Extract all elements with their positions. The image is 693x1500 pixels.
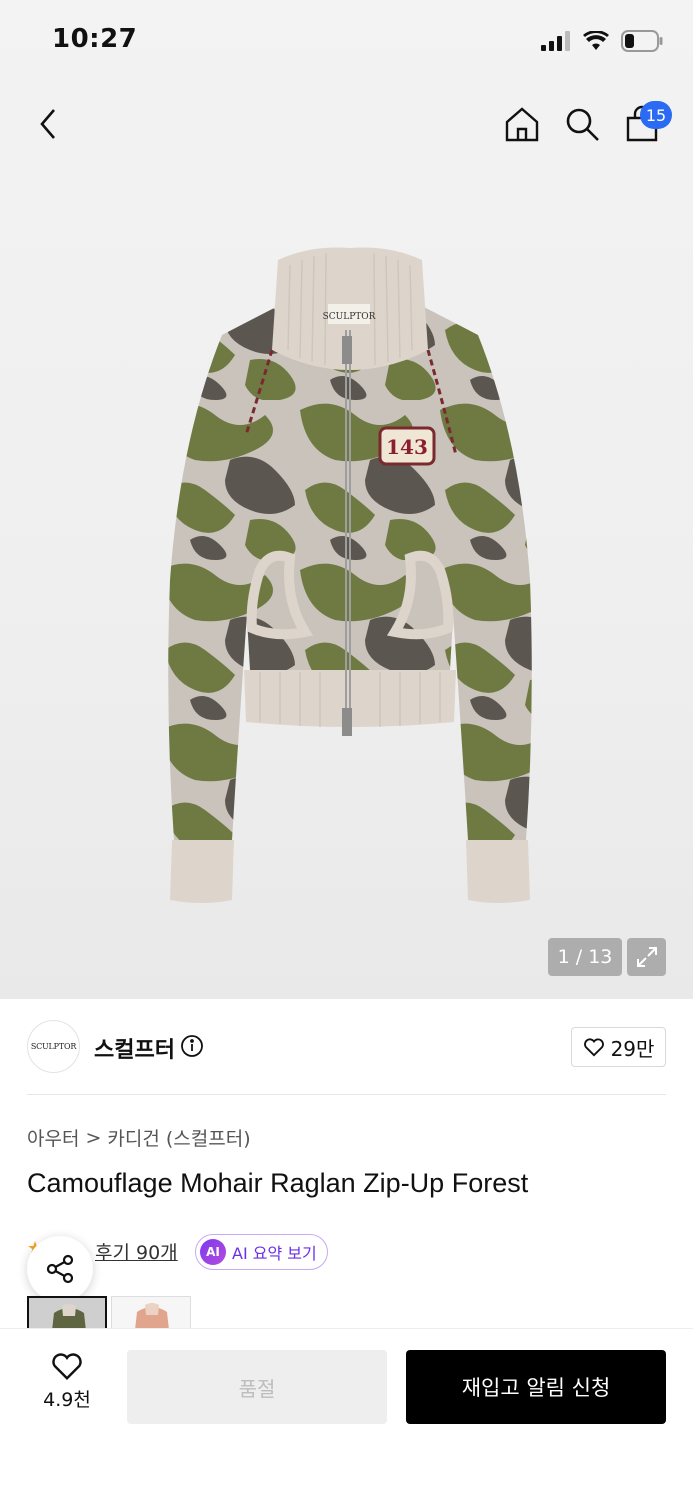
image-pager: 1 / 13	[548, 938, 622, 976]
brand-label-text: SCULPTOR	[323, 312, 376, 322]
heart-icon	[583, 1038, 604, 1057]
patch-text: 143	[386, 435, 428, 459]
chevron-left-icon	[40, 109, 55, 139]
wishlist-count: 4.9천	[43, 1389, 91, 1411]
review-link[interactable]: 후기 90개	[95, 1238, 178, 1265]
breadcrumb: 아우터 > 카디건 (스컬프터)	[27, 1124, 251, 1151]
soldout-button: 품절	[127, 1350, 387, 1424]
breadcrumb-category[interactable]: 아우터	[27, 1124, 79, 1151]
color-options	[27, 1296, 193, 1328]
color-option-forest[interactable]	[27, 1296, 107, 1328]
bottom-action-bar: 4.9천 품절 재입고 알림 신청	[0, 1328, 693, 1500]
thumb-image	[112, 1297, 190, 1328]
brand-like-button[interactable]: 29만	[571, 1027, 666, 1067]
brand-info-button[interactable]	[180, 1034, 204, 1058]
top-nav	[0, 96, 693, 156]
search-button[interactable]	[562, 104, 602, 144]
brand-row: SCULPTOR 스컬프터 29만	[0, 1020, 693, 1076]
brand-logo-text: SCULPTOR	[30, 1042, 77, 1051]
status-time: 10:27	[52, 24, 138, 54]
share-button[interactable]	[27, 1236, 93, 1302]
divider	[27, 1094, 666, 1095]
home-icon	[505, 107, 539, 142]
search-icon	[566, 108, 599, 141]
brand-name[interactable]: 스컬프터	[94, 1032, 175, 1064]
color-option-pink[interactable]	[111, 1296, 191, 1328]
expand-icon	[636, 947, 657, 967]
breadcrumb-subcategory[interactable]: 카디건 (스컬프터)	[107, 1124, 250, 1151]
product-image[interactable]: SCULPTOR 143	[160, 240, 540, 920]
info-icon	[181, 1035, 203, 1057]
heart-icon	[52, 1353, 82, 1381]
ai-summary-label: AI 요약 보기	[232, 1244, 317, 1263]
share-icon	[46, 1254, 74, 1284]
thumb-image	[29, 1298, 105, 1328]
restock-alert-button[interactable]: 재입고 알림 신청	[406, 1350, 666, 1424]
product-title: Camouflage Mohair Raglan Zip-Up Forest	[27, 1168, 529, 1198]
ai-summary-button[interactable]: AI AI 요약 보기	[195, 1234, 328, 1270]
home-button[interactable]	[502, 104, 542, 144]
brand-logo[interactable]: SCULPTOR	[27, 1020, 80, 1073]
status-icons	[541, 30, 663, 52]
expand-button[interactable]	[627, 938, 666, 976]
ai-icon: AI	[200, 1239, 226, 1265]
wishlist-button[interactable]: 4.9천	[36, 1351, 98, 1421]
status-bar: 10:27	[0, 0, 693, 84]
rating-row: ★ 후기 90개 AI AI 요약 보기	[27, 1234, 667, 1270]
cart-count-badge: 15	[640, 101, 672, 129]
breadcrumb-separator: >	[85, 1126, 102, 1149]
back-button[interactable]	[30, 104, 66, 144]
brand-like-count: 29만	[610, 1036, 655, 1061]
wifi-icon	[583, 31, 609, 50]
signal-icon	[541, 31, 570, 51]
battery-icon	[621, 30, 663, 52]
